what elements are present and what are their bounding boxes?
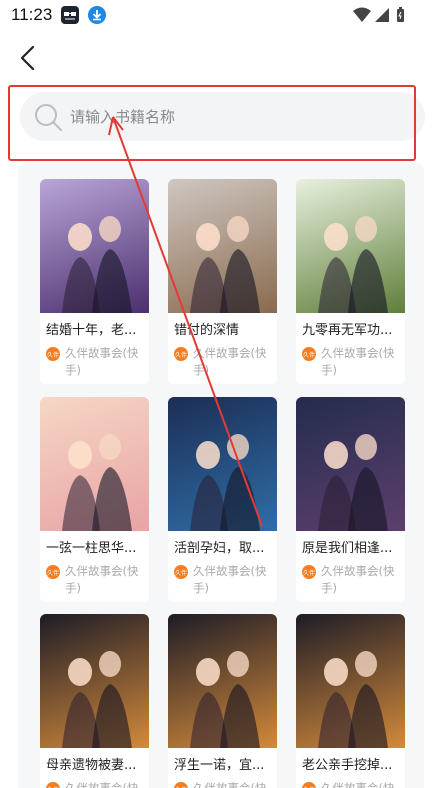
- book-card[interactable]: 母亲遗物被妻... 久伴久伴故事会(快手): [40, 614, 149, 788]
- publisher-row: 久伴久伴故事会(快手): [302, 345, 402, 379]
- book-title[interactable]: 九零再无军功...: [302, 319, 402, 338]
- chevron-left-icon: [20, 45, 35, 71]
- book-cover-image[interactable]: [168, 614, 277, 748]
- wifi-icon: [353, 7, 371, 22]
- publisher-name: 久伴故事会(快手): [65, 564, 139, 595]
- publisher-name: 久伴故事会(快手): [193, 781, 267, 788]
- publisher-name: 久伴故事会(快手): [321, 781, 395, 788]
- publisher-row: 久伴久伴故事会(快手): [46, 780, 146, 788]
- book-title[interactable]: 结婚十年，老...: [46, 319, 146, 338]
- publisher-row: 久伴久伴故事会(快手): [174, 345, 274, 379]
- publisher-logo-icon: 久伴: [302, 347, 316, 361]
- publisher-name: 久伴故事会(快手): [321, 346, 395, 377]
- battery-icon: [397, 7, 404, 22]
- book-cover-image[interactable]: [40, 614, 149, 748]
- book-card[interactable]: 原是我们相逢... 久伴 久伴故事会(快手): [296, 397, 405, 602]
- book-title[interactable]: 原是我们相逢...: [302, 537, 402, 556]
- search-highlight-box: [8, 85, 416, 161]
- book-cover-image[interactable]: [40, 397, 149, 531]
- publisher-row: 久伴久伴故事会(快手): [46, 345, 146, 379]
- publisher-name: 久伴故事会(快手): [321, 564, 395, 595]
- publisher-row: 久伴久伴故事会(快手): [302, 563, 402, 597]
- status-right-icons: [353, 6, 413, 24]
- publisher-name: 久伴故事会(快手): [193, 564, 267, 595]
- book-card[interactable]: 活剖孕妇，取... 久伴 久伴故事会(快手): [168, 397, 277, 602]
- publisher-row: 久伴久伴故事会(快手): [174, 563, 274, 597]
- publisher-logo-icon: 久伴: [302, 565, 316, 579]
- publisher-logo-icon: 久伴: [302, 782, 316, 788]
- book-cover-image[interactable]: [168, 179, 277, 313]
- app-notification-icon: [61, 6, 79, 24]
- back-button[interactable]: [14, 42, 42, 74]
- book-title[interactable]: 错付的深情: [174, 319, 274, 338]
- book-cover-image[interactable]: [296, 614, 405, 748]
- publisher-logo-icon: 久伴: [174, 782, 188, 788]
- book-cover-image[interactable]: [296, 179, 405, 313]
- publisher-logo-icon: 久伴: [174, 347, 188, 361]
- book-card[interactable]: 九零再无军功... 久伴 久伴故事会(快手): [296, 179, 405, 384]
- publisher-row: 久伴久伴故事会(快手): [174, 780, 274, 788]
- book-card[interactable]: 浮生一诺，宜... 久伴久伴故事会(快手): [168, 614, 277, 788]
- publisher-row: 久伴久伴故事会(快手): [46, 563, 146, 597]
- publisher-name: 久伴故事会(快手): [193, 346, 267, 377]
- publisher-logo-icon: 久伴: [46, 782, 60, 788]
- publisher-logo-icon: 久伴: [46, 565, 60, 579]
- publisher-row: 久伴久伴故事会(快手): [302, 780, 402, 788]
- status-time: 11:23: [11, 5, 53, 24]
- book-cover-image[interactable]: [168, 397, 277, 531]
- publisher-logo-icon: 久伴: [174, 565, 188, 579]
- book-title[interactable]: 母亲遗物被妻...: [46, 754, 146, 773]
- book-title[interactable]: 一弦一柱思华...: [46, 537, 146, 556]
- download-icon: [88, 6, 106, 24]
- book-card[interactable]: 老公亲手挖掉... 久伴久伴故事会(快手): [296, 614, 405, 788]
- book-title[interactable]: 浮生一诺，宜...: [174, 754, 274, 773]
- publisher-logo-icon: 久伴: [46, 347, 60, 361]
- status-bar: 11:23: [0, 0, 443, 30]
- book-card[interactable]: 结婚十年，老... 久伴 久伴故事会(快手): [40, 179, 149, 384]
- publisher-name: 久伴故事会(快手): [65, 346, 139, 377]
- book-card[interactable]: 错付的深情久伴 久伴故事会(快手): [168, 179, 277, 384]
- book-title[interactable]: 老公亲手挖掉...: [302, 754, 402, 773]
- book-cover-image[interactable]: [40, 179, 149, 313]
- publisher-name: 久伴故事会(快手): [65, 781, 139, 788]
- book-title[interactable]: 活剖孕妇，取...: [174, 537, 274, 556]
- book-card[interactable]: 一弦一柱思华... 久伴 久伴故事会(快手): [40, 397, 149, 602]
- book-cover-image[interactable]: [296, 397, 405, 531]
- signal-icon: [375, 8, 389, 22]
